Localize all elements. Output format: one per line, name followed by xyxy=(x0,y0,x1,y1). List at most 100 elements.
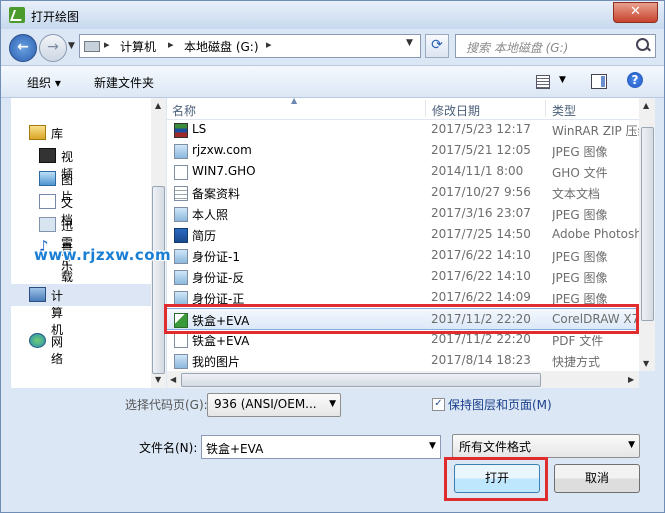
search-input[interactable]: 搜索 本地磁盘 (G:) xyxy=(455,34,656,58)
organize-button[interactable]: 组织 ▾ xyxy=(27,74,61,91)
annotation-highlight-selected-file xyxy=(164,304,639,334)
file-date: 2017/10/27 9:56 xyxy=(431,185,531,199)
file-row[interactable]: WIN7.GHO 2014/11/1 8:00 GHO 文件 xyxy=(167,161,639,182)
download-folder-icon xyxy=(39,217,56,232)
file-type: 快捷方式 xyxy=(552,355,601,369)
view-dropdown-icon[interactable]: ▼ xyxy=(559,75,566,85)
jpeg-image-icon xyxy=(174,207,188,222)
help-icon[interactable]: ? xyxy=(627,72,643,88)
codepage-value: 936 (ANSI/OEM... xyxy=(214,397,317,411)
codepage-select[interactable]: 936 (ANSI/OEM... ▼ xyxy=(207,393,341,417)
file-name: 铁盒+EVA xyxy=(192,334,250,348)
photoshop-file-icon xyxy=(174,228,188,243)
file-date: 2017/11/2 22:20 xyxy=(431,332,531,346)
library-icon xyxy=(29,125,46,140)
file-type: Adobe Photoshop xyxy=(552,227,639,241)
filetype-select[interactable]: 所有文件格式 ▼ xyxy=(452,434,640,458)
codepage-label: 选择代码页(G): xyxy=(125,398,208,412)
column-divider[interactable] xyxy=(545,100,546,117)
file-date: 2017/5/21 12:05 xyxy=(431,143,531,157)
scroll-up-icon[interactable]: ▲ xyxy=(155,101,161,110)
file-row[interactable]: 身份证-1 2017/6/22 14:10 JPEG 图像 xyxy=(167,245,639,266)
change-view-icon[interactable] xyxy=(536,75,550,89)
file-date: 2017/3/16 23:07 xyxy=(431,206,531,220)
picture-folder-icon xyxy=(39,171,56,186)
chevron-right-icon[interactable]: ▸ xyxy=(104,38,110,51)
address-dropdown-icon[interactable]: ▼ xyxy=(406,38,413,48)
file-date: 2017/7/25 14:50 xyxy=(431,227,531,241)
file-row[interactable]: 我的图片 2017/8/14 18:23 快捷方式 xyxy=(167,350,639,371)
file-row[interactable]: rjzxw.com 2017/5/21 12:05 JPEG 图像 xyxy=(167,140,639,161)
file-row[interactable]: LS 2017/5/23 12:17 WinRAR ZIP 压缩 xyxy=(167,119,639,140)
title-bar: 打开绘图 ✕ xyxy=(1,1,664,29)
file-type: WinRAR ZIP 压缩 xyxy=(552,124,639,138)
horizontal-scrollbar-thumb[interactable] xyxy=(181,373,541,387)
file-name: 身份证-反 xyxy=(192,271,245,285)
chevron-right-icon[interactable]: ▸ xyxy=(266,38,272,51)
search-icon xyxy=(636,38,649,51)
new-folder-button[interactable]: 新建文件夹 xyxy=(94,74,154,91)
network-icon xyxy=(29,333,46,348)
scroll-down-icon[interactable]: ▼ xyxy=(155,375,161,384)
keep-layers-label[interactable]: 保持图层和页面(M) xyxy=(448,396,552,413)
file-type: GHO 文件 xyxy=(552,166,608,180)
file-list-scrollbar-thumb[interactable] xyxy=(641,127,654,321)
sort-ascending-icon: ▲ xyxy=(291,96,298,105)
column-header-type[interactable]: 类型 xyxy=(552,102,576,119)
column-header-date[interactable]: 修改日期 xyxy=(432,102,480,119)
navigation-pane: 库 视频 图片 文档 迅雷下载 ♪ 音乐 计算机 网络 xyxy=(11,98,151,388)
address-field[interactable]: ▸ 计算机 ▸ 本地磁盘 (G:) ▸ ▼ xyxy=(79,34,421,58)
file-name: 身份证-1 xyxy=(192,250,240,264)
scroll-left-icon[interactable]: ◀ xyxy=(170,375,176,384)
cancel-button[interactable]: 取消 xyxy=(554,464,640,493)
nav-item-label: 库 xyxy=(51,127,64,141)
coreldraw-app-icon xyxy=(9,7,25,23)
recent-pages-dropdown-icon[interactable]: ▼ xyxy=(68,41,75,51)
filename-input[interactable]: 铁盒+EVA xyxy=(201,435,441,459)
pdf-file-icon xyxy=(174,333,188,348)
refresh-button[interactable]: ⟳ xyxy=(425,34,449,58)
file-name: WIN7.GHO xyxy=(192,164,256,178)
back-button[interactable]: ← xyxy=(9,34,37,62)
text-document-icon xyxy=(174,186,188,201)
video-folder-icon xyxy=(39,148,56,163)
scroll-up-icon[interactable]: ▲ xyxy=(643,101,649,110)
nav-scrollbar-thumb[interactable] xyxy=(152,186,165,374)
watermark-text: www.rjzxw.com xyxy=(34,246,172,264)
file-row[interactable]: 本人照 2017/3/16 23:07 JPEG 图像 xyxy=(167,203,639,224)
column-header-name[interactable]: 名称 xyxy=(172,102,196,119)
annotation-highlight-open-button xyxy=(444,457,548,501)
file-row[interactable]: 身份证-反 2017/6/22 14:10 JPEG 图像 xyxy=(167,266,639,287)
file-type: JPEG 图像 xyxy=(552,271,608,285)
gho-file-icon xyxy=(174,165,188,180)
chevron-right-icon[interactable]: ▸ xyxy=(168,38,174,51)
file-name: 备案资料 xyxy=(192,187,241,201)
keep-layers-checkbox[interactable]: ✓ xyxy=(432,398,445,411)
file-name: 简历 xyxy=(192,229,217,243)
close-button[interactable]: ✕ xyxy=(613,2,658,23)
nav-item-label: 计算机 xyxy=(51,289,64,337)
file-row[interactable]: 简历 2017/7/25 14:50 Adobe Photoshop xyxy=(167,224,639,245)
chevron-down-icon: ▼ xyxy=(329,399,336,409)
breadcrumb-local-disk[interactable]: 本地磁盘 (G:) xyxy=(184,38,259,55)
file-row[interactable]: 备案资料 2017/10/27 9:56 文本文档 xyxy=(167,182,639,203)
winrar-archive-icon xyxy=(174,123,188,138)
file-name: 我的图片 xyxy=(192,355,241,369)
command-toolbar: 组织 ▾ 新建文件夹 ▼ ? xyxy=(1,65,664,98)
file-type: JPEG 图像 xyxy=(552,208,608,222)
file-name: LS xyxy=(192,122,207,136)
shortcut-icon xyxy=(174,354,188,369)
search-placeholder: 搜索 本地磁盘 (G:) xyxy=(466,41,569,55)
scroll-right-icon[interactable]: ▶ xyxy=(628,375,634,384)
scroll-down-icon[interactable]: ▼ xyxy=(643,359,649,368)
file-date: 2017/6/22 14:10 xyxy=(431,269,531,283)
breadcrumb-computer[interactable]: 计算机 xyxy=(120,38,156,55)
address-bar-row: ← → ▼ ▸ 计算机 ▸ 本地磁盘 (G:) ▸ ▼ ⟳ 搜索 本地磁盘 (G… xyxy=(1,29,664,65)
file-type: JPEG 图像 xyxy=(552,250,608,264)
file-date: 2017/8/14 18:23 xyxy=(431,353,531,367)
preview-pane-icon[interactable] xyxy=(591,74,607,89)
column-divider[interactable] xyxy=(425,100,426,117)
filename-dropdown-icon[interactable]: ▼ xyxy=(429,441,436,451)
forward-button[interactable]: → xyxy=(39,34,67,62)
file-name: rjzxw.com xyxy=(192,143,252,157)
